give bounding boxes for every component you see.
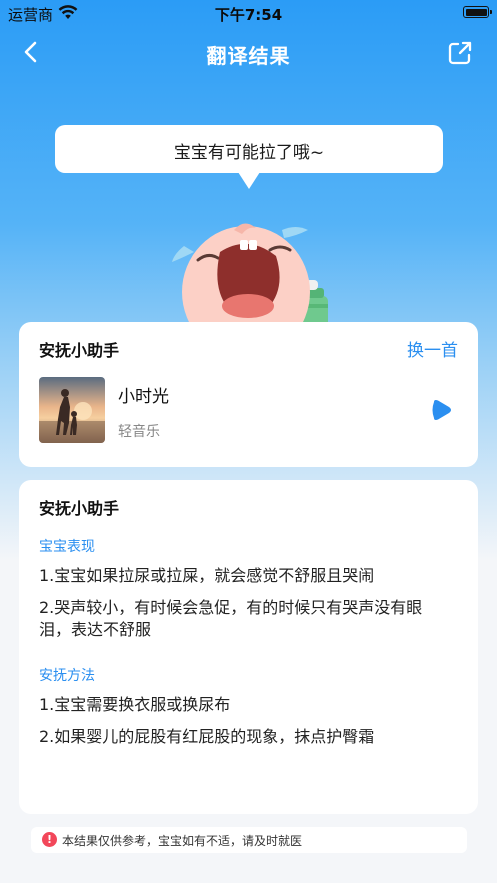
soothe-advice-card: 安抚小助手 宝宝表现 1.宝宝如果拉尿或拉屎，就会感觉不舒服且哭闹 2.哭声较小…: [19, 480, 478, 814]
advice-card-title: 安抚小助手: [39, 499, 120, 518]
page-title: 翻译结果: [206, 44, 291, 68]
crying-baby-illustration: [172, 223, 328, 322]
nav-bar: 翻译结果: [0, 30, 497, 78]
soothe-card-title: 安抚小助手: [39, 341, 120, 360]
status-time: 下午7:54: [214, 6, 283, 24]
performance-item: 1.宝宝如果拉尿或拉屎，就会感觉不舒服且哭闹: [39, 566, 375, 585]
methods-section-label: 安抚方法: [39, 668, 95, 684]
battery-icon: [463, 6, 492, 18]
share-icon[interactable]: [447, 40, 473, 66]
translation-bubble: 宝宝有可能拉了哦~: [55, 125, 443, 189]
switch-song-button[interactable]: 换一首: [407, 336, 458, 361]
performance-section-label: 宝宝表现: [39, 539, 95, 555]
status-bar: 运营商 下午7:54: [0, 0, 497, 26]
song-cover-image[interactable]: [39, 377, 105, 443]
disclaimer-text: 本结果仅供参考，宝宝如有不适，请及时就医: [62, 834, 303, 848]
soothe-music-card: 安抚小助手 换一首 小时光 轻音乐: [19, 322, 478, 467]
disclaimer-notice: ! 本结果仅供参考，宝宝如有不适，请及时就医: [31, 827, 467, 853]
method-item: 1.宝宝需要换衣服或换尿布: [39, 695, 231, 714]
translation-text: 宝宝有可能拉了哦~: [173, 143, 325, 163]
play-icon[interactable]: [430, 399, 452, 421]
song-subtitle: 轻音乐: [118, 424, 160, 440]
song-title: 小时光: [118, 387, 169, 407]
performance-item: 2.哭声较小，有时候会急促，有的时候只有哭声没有眼泪，表达不舒服: [39, 598, 423, 639]
method-item: 2.如果婴儿的屁股有红屁股的现象，抹点护臀霜: [39, 727, 375, 746]
warning-icon: !: [42, 832, 57, 847]
